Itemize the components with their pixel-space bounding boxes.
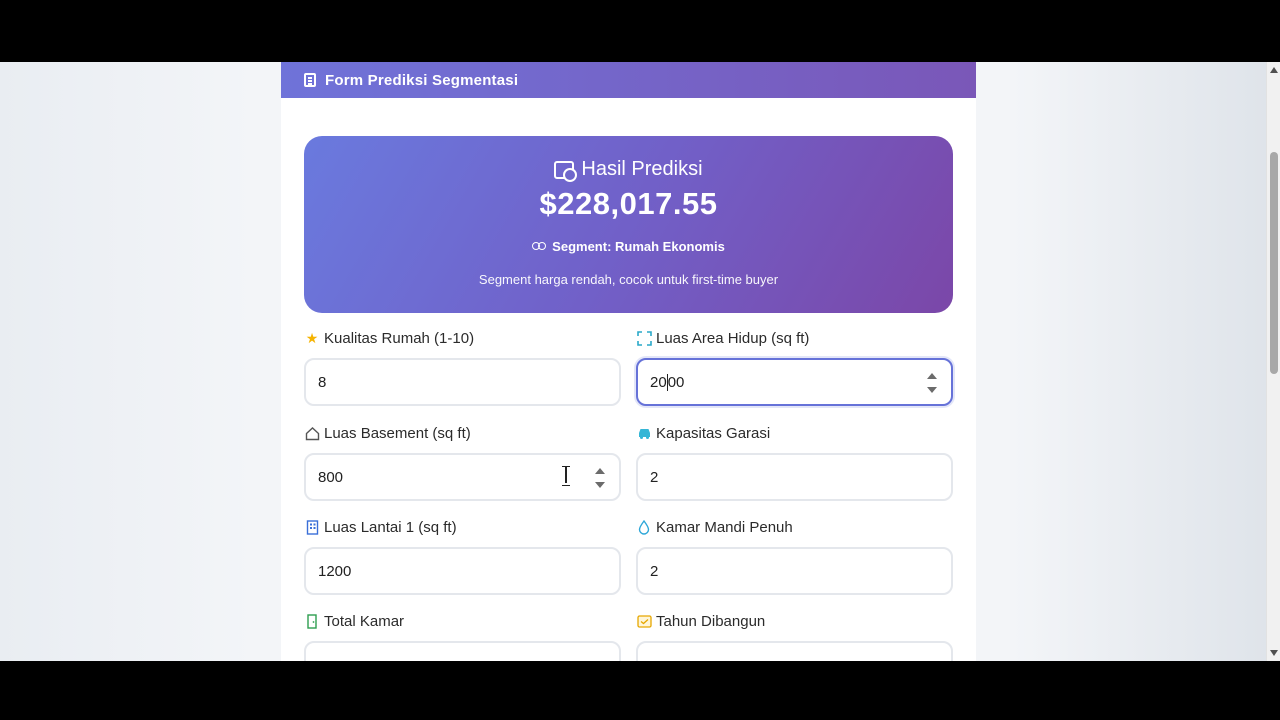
segment-description: Segment harga rendah, cocok untuk first-… bbox=[478, 272, 779, 287]
prediction-form-card: Form Prediksi Segmentasi Hasil Prediksi … bbox=[281, 62, 976, 661]
door-icon bbox=[304, 613, 320, 629]
form-title: Form Prediksi Segmentasi bbox=[325, 71, 519, 89]
letterbox-bottom bbox=[0, 661, 1280, 720]
quality-input[interactable]: 8 bbox=[304, 358, 621, 406]
field-total-rooms: Total Kamar bbox=[304, 611, 621, 661]
users-icon bbox=[532, 241, 547, 252]
field-garage: Kapasitas Garasi 2 bbox=[636, 423, 953, 501]
quality-label: Kualitas Rumah (1-10) bbox=[324, 329, 475, 347]
field-bathrooms: Kamar Mandi Penuh 2 bbox=[636, 517, 953, 595]
result-title-row: Hasil Prediksi bbox=[304, 158, 953, 182]
droplet-icon bbox=[636, 519, 652, 535]
field-quality: ★ Kualitas Rumah (1-10) 8 bbox=[304, 328, 621, 406]
basement-label: Luas Basement (sq ft) bbox=[324, 424, 471, 442]
first-floor-label: Luas Lantai 1 (sq ft) bbox=[324, 518, 457, 536]
garage-input[interactable]: 2 bbox=[636, 453, 953, 501]
scroll-down-arrow-icon[interactable] bbox=[1270, 650, 1278, 656]
browser-viewport: Form Prediksi Segmentasi Hasil Prediksi … bbox=[0, 62, 1266, 661]
field-living-area: Luas Area Hidup (sq ft) 20 00 bbox=[636, 328, 953, 406]
year-built-input[interactable] bbox=[636, 641, 953, 661]
calendar-icon bbox=[636, 613, 652, 629]
field-first-floor: Luas Lantai 1 (sq ft) 1200 bbox=[304, 517, 621, 595]
result-title: Hasil Prediksi bbox=[581, 158, 703, 180]
house-icon bbox=[304, 425, 320, 441]
field-basement: Luas Basement (sq ft) 800 bbox=[304, 423, 621, 501]
basement-input[interactable]: 800 bbox=[304, 453, 621, 501]
form-header: Form Prediksi Segmentasi bbox=[281, 62, 976, 98]
field-year-built: Tahun Dibangun bbox=[636, 611, 953, 661]
segment-row: Segment: Rumah Ekonomis bbox=[304, 239, 953, 254]
predicted-price: $228,017.55 bbox=[539, 186, 718, 221]
living-area-stepper[interactable] bbox=[927, 373, 937, 393]
total-rooms-label: Total Kamar bbox=[324, 612, 405, 630]
building-icon bbox=[304, 519, 320, 535]
basement-stepper[interactable] bbox=[595, 468, 605, 488]
living-area-label: Luas Area Hidup (sq ft) bbox=[656, 329, 810, 347]
prediction-result-panel: Hasil Prediksi $228,017.55 Segment: Ruma… bbox=[304, 136, 953, 313]
scroll-up-arrow-icon[interactable] bbox=[1270, 67, 1278, 73]
scroll-thumb[interactable] bbox=[1270, 152, 1278, 374]
mouse-text-cursor bbox=[562, 466, 570, 486]
year-built-label: Tahun Dibangun bbox=[656, 612, 766, 630]
letterbox-top bbox=[0, 0, 1280, 62]
garage-label: Kapasitas Garasi bbox=[656, 424, 771, 442]
expand-icon bbox=[636, 330, 652, 346]
living-area-input[interactable]: 20 00 bbox=[636, 358, 953, 406]
first-floor-input[interactable]: 1200 bbox=[304, 547, 621, 595]
page-scrollbar[interactable] bbox=[1266, 62, 1280, 661]
segment-label: Segment: Rumah Ekonomis bbox=[552, 239, 725, 254]
calculator-icon bbox=[304, 73, 316, 87]
money-icon bbox=[554, 160, 578, 182]
star-icon: ★ bbox=[305, 330, 319, 346]
total-rooms-input[interactable] bbox=[304, 641, 621, 661]
car-icon bbox=[636, 425, 652, 441]
bathrooms-input[interactable]: 2 bbox=[636, 547, 953, 595]
bathrooms-label: Kamar Mandi Penuh bbox=[656, 518, 793, 536]
